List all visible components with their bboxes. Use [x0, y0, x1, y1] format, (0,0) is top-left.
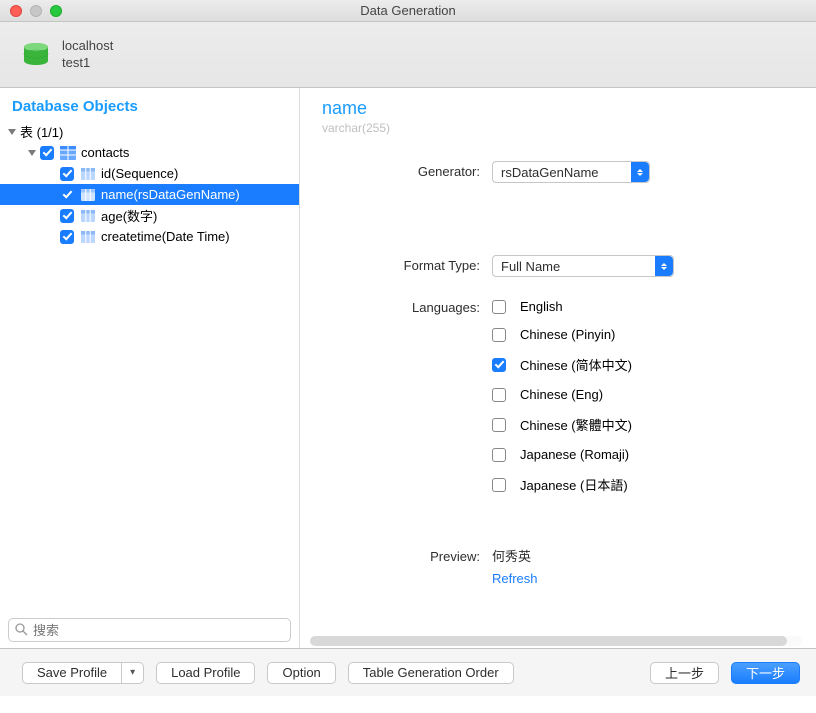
save-profile-button[interactable]: Save Profile	[22, 662, 122, 684]
column-label: createtime(Date Time)	[101, 229, 230, 244]
languages-label: Languages:	[322, 297, 492, 494]
column-icon	[80, 230, 96, 244]
sidebar-title: Database Objects	[0, 98, 299, 121]
column-label: age(数字)	[101, 206, 157, 225]
formattype-select[interactable]: Full Name	[492, 255, 674, 277]
preview-value: 何秀英	[492, 546, 538, 565]
search-icon	[15, 623, 28, 639]
checkbox[interactable]	[60, 209, 74, 223]
chevron-down-icon: ▾	[130, 667, 135, 678]
footer: Save Profile ▾ Load Profile Option Table…	[0, 648, 816, 696]
database-icon	[22, 42, 50, 68]
window-title: Data Generation	[0, 3, 816, 18]
option-button[interactable]: Option	[267, 662, 335, 684]
checkbox[interactable]	[492, 300, 506, 314]
column-icon	[80, 167, 96, 181]
next-button[interactable]: 下一步	[731, 662, 800, 684]
header-host: localhost	[62, 38, 113, 54]
language-option[interactable]: Chinese (简体中文)	[492, 355, 632, 374]
preview-label: Preview:	[322, 546, 492, 586]
language-option[interactable]: English	[492, 299, 632, 314]
search-input[interactable]	[8, 618, 291, 642]
back-button[interactable]: 上一步	[650, 662, 719, 684]
checkbox[interactable]	[492, 358, 506, 372]
checkbox[interactable]	[492, 418, 506, 432]
tree-group-tables[interactable]: 表 (1/1)	[0, 121, 299, 142]
save-profile-dropdown[interactable]: ▾	[122, 662, 144, 684]
column-label: id(Sequence)	[101, 166, 178, 181]
checkbox[interactable]	[40, 146, 54, 160]
field-type: varchar(255)	[322, 121, 794, 135]
language-option[interactable]: Japanese (Romaji)	[492, 447, 632, 462]
column-label: name(rsDataGenName)	[101, 187, 240, 202]
language-label: Chinese (繁體中文)	[520, 415, 632, 434]
language-label: Japanese (日本語)	[520, 475, 628, 494]
language-label: Chinese (Eng)	[520, 387, 603, 402]
tree-column[interactable]: createtime(Date Time)	[0, 226, 299, 247]
chevron-down-icon[interactable]	[28, 150, 36, 156]
generator-select[interactable]: rsDataGenName	[492, 161, 650, 183]
refresh-link[interactable]: Refresh	[492, 571, 538, 586]
checkbox[interactable]	[60, 230, 74, 244]
field-name: name	[322, 98, 794, 119]
language-option[interactable]: Chinese (Pinyin)	[492, 327, 632, 342]
checkbox[interactable]	[492, 448, 506, 462]
chevron-down-icon[interactable]	[8, 129, 16, 135]
checkbox[interactable]	[60, 167, 74, 181]
tree-column[interactable]: id(Sequence)	[0, 163, 299, 184]
dropdown-arrows-icon	[655, 256, 673, 276]
table-icon	[60, 146, 76, 160]
language-option[interactable]: Chinese (Eng)	[492, 387, 632, 402]
formattype-label: Format Type:	[322, 255, 492, 277]
checkbox[interactable]	[492, 388, 506, 402]
dropdown-arrows-icon	[631, 162, 649, 182]
sidebar: Database Objects 表 (1/1) contacts	[0, 88, 300, 648]
column-icon	[80, 188, 96, 202]
titlebar: Data Generation	[0, 0, 816, 22]
table-order-button[interactable]: Table Generation Order	[348, 662, 514, 684]
checkbox[interactable]	[492, 328, 506, 342]
generator-label: Generator:	[322, 161, 492, 183]
tree-table-contacts[interactable]: contacts	[0, 142, 299, 163]
column-icon	[80, 209, 96, 223]
tree-column[interactable]: name(rsDataGenName)	[0, 184, 299, 205]
header-db: test1	[62, 55, 113, 71]
language-label: Chinese (Pinyin)	[520, 327, 615, 342]
object-tree: 表 (1/1) contacts id(Sequence) name(rsData…	[0, 121, 299, 612]
horizontal-scrollbar[interactable]	[310, 636, 802, 646]
header: localhost test1	[0, 22, 816, 88]
language-label: Japanese (Romaji)	[520, 447, 629, 462]
language-option[interactable]: Japanese (日本語)	[492, 475, 632, 494]
load-profile-button[interactable]: Load Profile	[156, 662, 255, 684]
checkbox[interactable]	[60, 188, 74, 202]
language-option[interactable]: Chinese (繁體中文)	[492, 415, 632, 434]
language-label: Chinese (简体中文)	[520, 355, 632, 374]
tree-column[interactable]: age(数字)	[0, 205, 299, 226]
language-label: English	[520, 299, 563, 314]
scrollbar-thumb[interactable]	[310, 636, 787, 646]
detail-pane: name varchar(255) Generator: rsDataGenNa…	[300, 88, 816, 648]
checkbox[interactable]	[492, 478, 506, 492]
